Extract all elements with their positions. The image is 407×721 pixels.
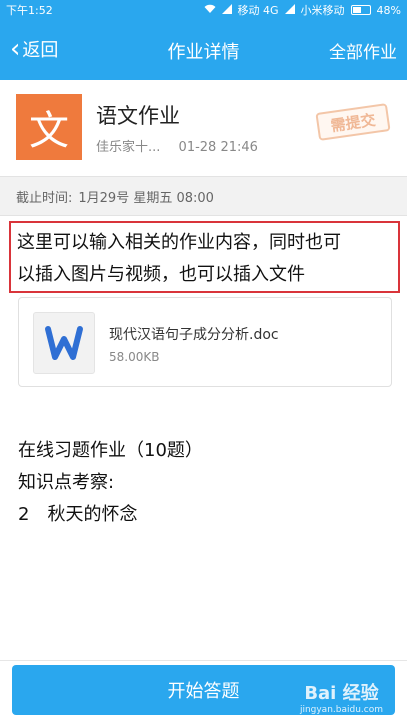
signal-icon-2 [284,3,295,17]
battery-percent: 48% [376,3,401,17]
baidu-jingyan-watermark: Bai 经验 jingyan.baidu.com [300,679,383,715]
status-time: 下午1:52 [6,4,53,17]
word-doc-icon [33,312,95,374]
deadline-bar: 截止时间: 1月29号 星期五 08:00 [0,176,407,216]
status-indicators: 移动 4G 小米移动 48% [204,2,401,18]
signal-icon [221,3,232,17]
bottom-divider [0,660,407,661]
exercise-heading: 在线习题作业（10题） [18,440,203,461]
exercise-section: 在线习题作业（10题） 知识点考察: 2 秋天的怀念 [18,435,203,531]
homework-meta: 佳乐家十... 01-28 21:46 [96,136,258,155]
carrier2-label: 小米移动 [300,4,345,17]
wifi-icon [204,4,216,17]
nav-bar: ‹ 返回 作业详情 全部作业 [0,20,407,80]
knowledge-item: 2 秋天的怀念 [18,499,203,531]
homework-header: 文 语文作业 佳乐家十... 01-28 21:46 需提交 [0,80,407,172]
attachment-name: 现代汉语句子成分分析.doc [109,327,279,343]
attachment-card[interactable]: 现代汉语句子成分分析.doc 58.00KB [18,297,392,387]
subject-chinese-icon: 文 [16,94,82,160]
deadline-value: 1月29号 星期五 08:00 [78,190,214,206]
homework-content: 这里可以输入相关的作业内容，同时也可 以插入图片与视频，也可以插入文件 [9,221,400,293]
knowledge-label: 知识点考察: [18,472,115,493]
knowledge-item-number: 2 [18,504,30,525]
watermark-sub: jingyan.baidu.com [299,705,383,715]
all-homework-button[interactable]: 全部作业 [329,38,397,63]
battery-icon [350,5,371,15]
homework-datetime: 01-28 21:46 [178,140,258,155]
carrier1-label: 移动 4G [237,4,279,17]
knowledge-item-name: 秋天的怀念 [47,504,138,525]
attachment-size: 58.00KB [109,350,160,364]
homework-author: 佳乐家十... [96,140,161,155]
content-line-2: 以插入图片与视频，也可以插入文件 [17,264,305,285]
deadline-label: 截止时间: [16,190,73,206]
watermark-main: Bai 经验 [304,683,379,704]
homework-title: 语文作业 [96,104,180,128]
start-answer-label: 开始答题 [167,681,240,702]
content-line-1: 这里可以输入相关的作业内容，同时也可 [17,232,341,253]
status-bar: 下午1:52 移动 4G 小米移动 48% [0,0,407,20]
submit-required-stamp: 需提交 [315,103,391,141]
